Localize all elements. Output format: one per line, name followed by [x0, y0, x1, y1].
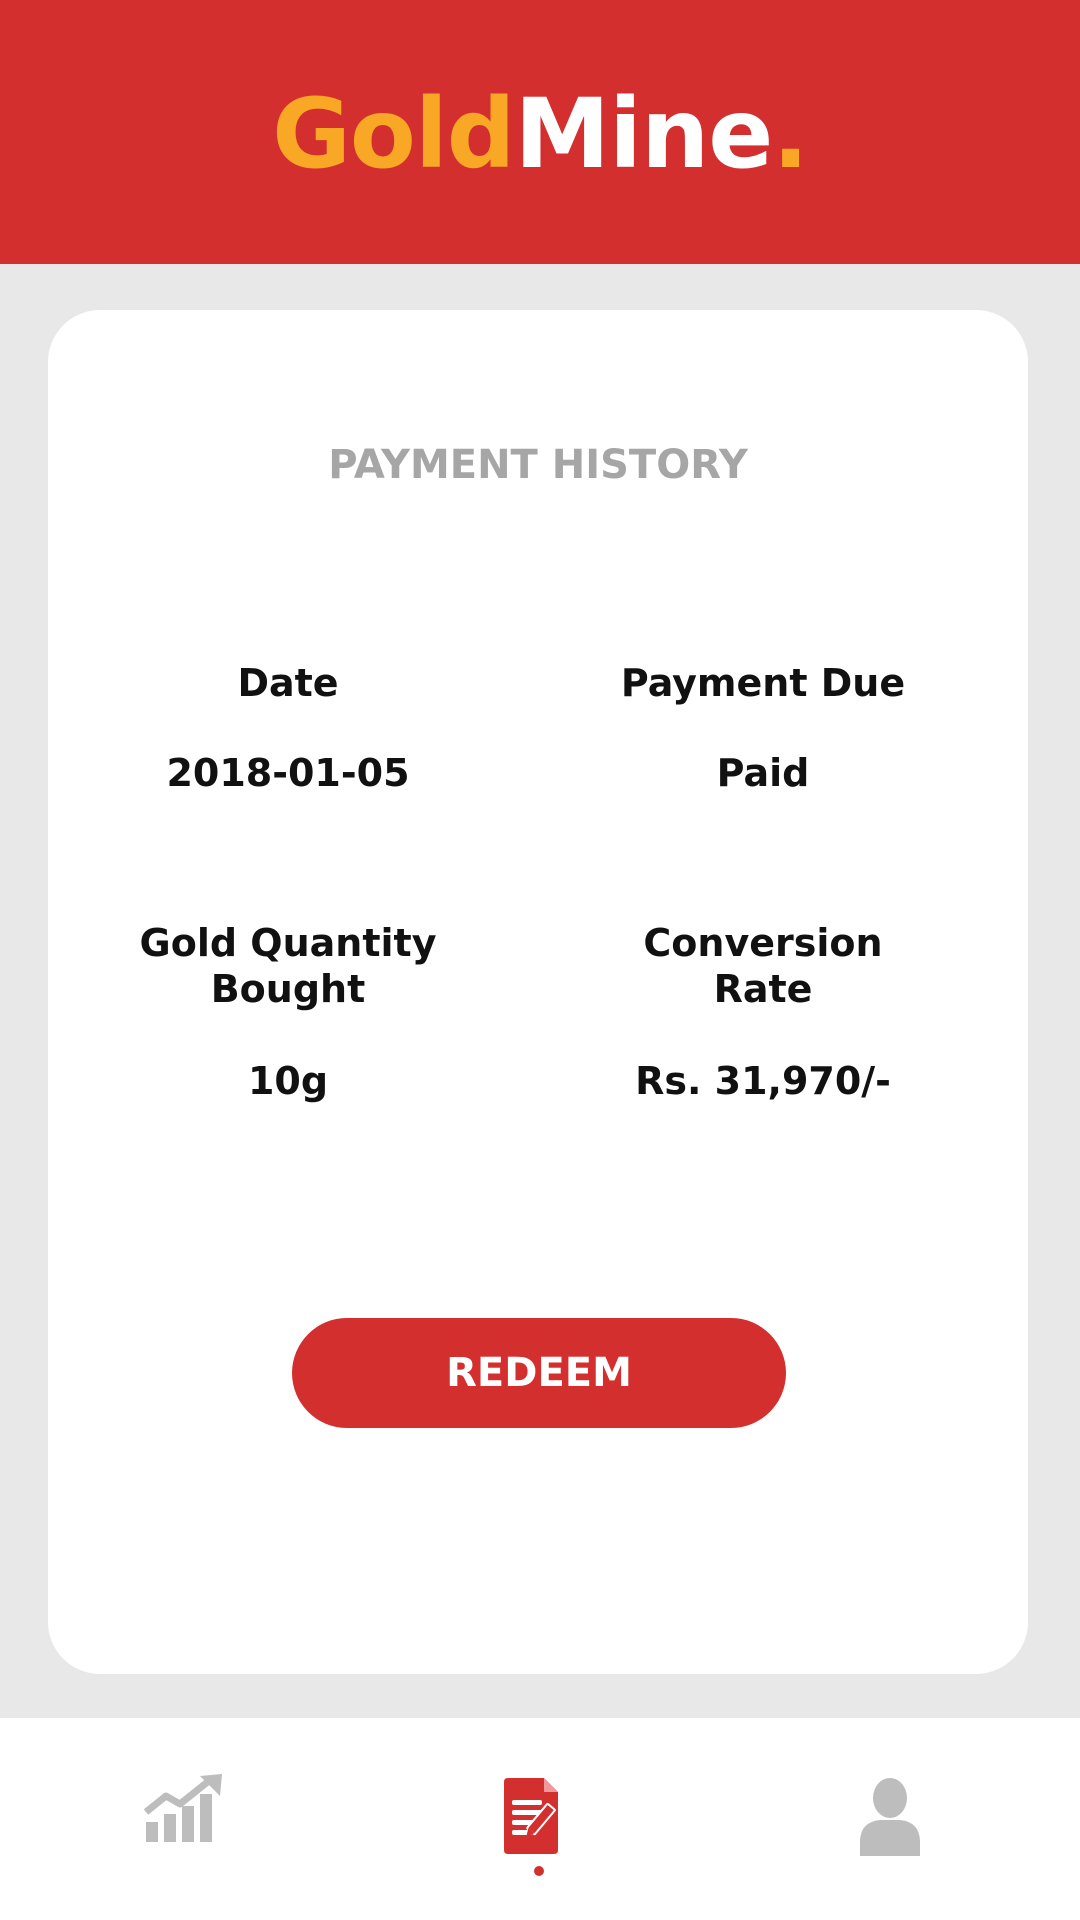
logo-dot: . [772, 78, 808, 190]
active-indicator-dot [534, 1866, 544, 1876]
nav-item-history[interactable] [500, 1776, 582, 1862]
nav-item-stats[interactable] [143, 1774, 224, 1848]
payment-history-card: PAYMENT HISTORY Date 2018-01-05 Payment … [48, 310, 1028, 1674]
payment-due-field: Payment Due Paid [523, 660, 1003, 796]
nav-item-profile[interactable] [858, 1776, 922, 1860]
conversion-rate-label-line2: Rate [713, 967, 813, 1011]
document-edit-icon [504, 1778, 558, 1854]
conversion-rate-field: Conversion Rate Rs. 31,970/- [523, 920, 1003, 1104]
payment-due-value: Paid [716, 751, 810, 795]
date-value: 2018-01-05 [166, 751, 410, 795]
page-title: PAYMENT HISTORY [328, 442, 748, 488]
payment-due-label: Payment Due [620, 661, 906, 705]
date-label: Date [237, 661, 339, 705]
logo-gold-text: Gold [272, 78, 515, 190]
logo-mine-text: Mine [514, 78, 774, 190]
chart-growth-icon [143, 1774, 222, 1842]
gold-quantity-value: 10g [247, 1059, 329, 1103]
gold-quantity-label-line2: Bought [210, 967, 366, 1011]
app-logo: GoldMine. [272, 86, 809, 182]
conversion-rate-value: Rs. 31,970/- [635, 1059, 891, 1103]
redeem-button[interactable]: REDEEM [292, 1318, 786, 1428]
user-icon [860, 1778, 920, 1856]
app-header: GoldMine. [0, 0, 1080, 264]
conversion-rate-label-line1: Conversion [643, 921, 883, 965]
date-field: Date 2018-01-05 [48, 660, 528, 796]
gold-quantity-field: Gold Quantity Bought 10g [48, 920, 528, 1104]
bottom-nav [0, 1718, 1080, 1920]
gold-quantity-label-line1: Gold Quantity [139, 921, 437, 965]
